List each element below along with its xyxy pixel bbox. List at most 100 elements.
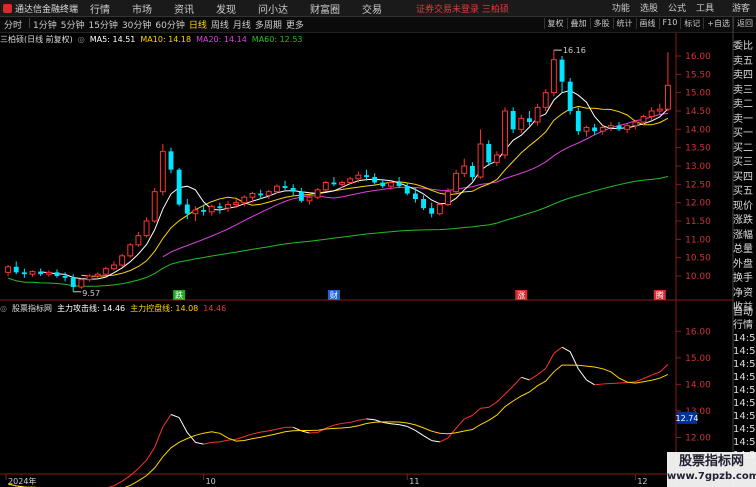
candle-body [364,175,369,177]
attack-line-segment [170,414,180,419]
candle-body [339,182,346,185]
quote-label: 净资 [733,287,753,299]
attack-line-segment [333,422,343,426]
axis-label: 11.00 [685,235,711,245]
candle-body [583,127,590,132]
candle-body [461,165,468,174]
attack-line-segment [178,417,188,433]
quote-label: 涨幅 [733,229,753,241]
axis-label: 12.50 [685,180,711,190]
tick-label: 行情 [733,320,753,331]
candle-body [208,205,215,213]
candle-body [396,182,402,187]
axis-label: 10.00 [685,272,711,282]
date-label: 11 [409,477,419,486]
candle-body [599,127,606,132]
axis-label: 14.50 [685,107,711,117]
candle-body [119,255,126,266]
tick-time: 14:56 [733,424,756,435]
candle-body [127,244,134,257]
candle-body [233,202,240,206]
quote-label: 买五 [733,186,753,197]
axis-label: 10.50 [685,254,711,264]
quote-label: 现价 [733,200,753,212]
candle-body [592,127,598,132]
candle-body [412,193,418,199]
candle-body [640,116,647,123]
attack-line-segment [350,419,359,423]
attack-line-segment [268,428,278,432]
candle-body [86,275,93,281]
candle-body [273,185,280,193]
axis-label: 13.50 [685,144,711,154]
candle-body [159,150,166,193]
attack-line-segment [113,480,123,487]
attack-line-segment [643,374,652,380]
quote-label: 涨跌 [733,215,753,226]
candle-body [78,279,85,288]
attack-line-segment [521,376,530,381]
candle-body [542,92,549,108]
attack-line-segment [569,351,579,370]
date-label: 2024年 [8,476,36,486]
quote-label: 买四 [733,171,753,183]
axis-label: 11.50 [685,217,711,227]
axis-label: 16.00 [685,327,711,337]
tick-time: 14:56 [733,359,756,370]
attack-line-segment [195,441,204,445]
candle-body [567,81,573,111]
quote-label: 卖一 [733,113,753,125]
attack-line-segment [252,431,261,435]
candle-body [298,191,304,201]
attack-line-segment [659,364,669,373]
price-marker-label: 12.74 [676,414,699,423]
candle-body [176,169,182,205]
attack-line-segment [512,376,522,387]
attack-line-segment [390,423,400,426]
quote-panel: 委比 卖五 卖四 卖三 卖二 卖一 买一 买二 买三 买四 买五 现价 涨跌 涨… [733,40,756,316]
attack-line-segment [342,421,351,424]
attack-line-segment [219,439,229,443]
quote-label: 卖四 [733,70,753,81]
candle-body [347,178,354,183]
quote-label: 卖二 [733,99,753,110]
candle-body [13,266,19,273]
candle-body [518,117,525,130]
candle-body [21,272,27,275]
candle-body [331,182,337,185]
kline-chart[interactable]: 16.00 15.50 15.00 14.50 14.00 13.50 13.00 12.50… [0,0,756,487]
candle-body [624,125,631,130]
auto-label[interactable]: 自动 [733,306,756,319]
candle-body [241,196,248,204]
candle-body [258,193,264,196]
attack-line-segment [162,414,172,428]
attack-line-segment [537,368,547,376]
quote-label: 买三 [733,157,753,168]
candle-body [111,264,117,270]
attack-line-segment [415,429,424,437]
candle-body [314,189,321,198]
candle-body [5,266,12,273]
quote-label: 买一 [733,128,753,139]
attack-line-segment [431,440,440,443]
attack-line-segment [203,441,212,445]
candle-body [70,277,76,287]
tick-time: 14:56 [733,333,756,344]
attack-line-segment [553,346,563,354]
ma10-line [81,105,669,277]
candle-body [151,191,158,222]
candle-body [550,59,557,94]
candle-body [493,154,500,163]
attack-line-segment [236,436,245,440]
candle-body [664,84,671,110]
candle-body [486,144,492,163]
axis-label: 14.00 [685,125,711,135]
candle-body [616,125,622,130]
candle-body [306,196,313,202]
watermark-url: www.7gpzb.com [667,471,756,482]
candle-body [282,186,288,188]
quote-label: 买二 [733,142,753,154]
attack-line-segment [423,435,432,442]
candle-body [192,209,199,215]
attack-line-segment [464,414,473,420]
